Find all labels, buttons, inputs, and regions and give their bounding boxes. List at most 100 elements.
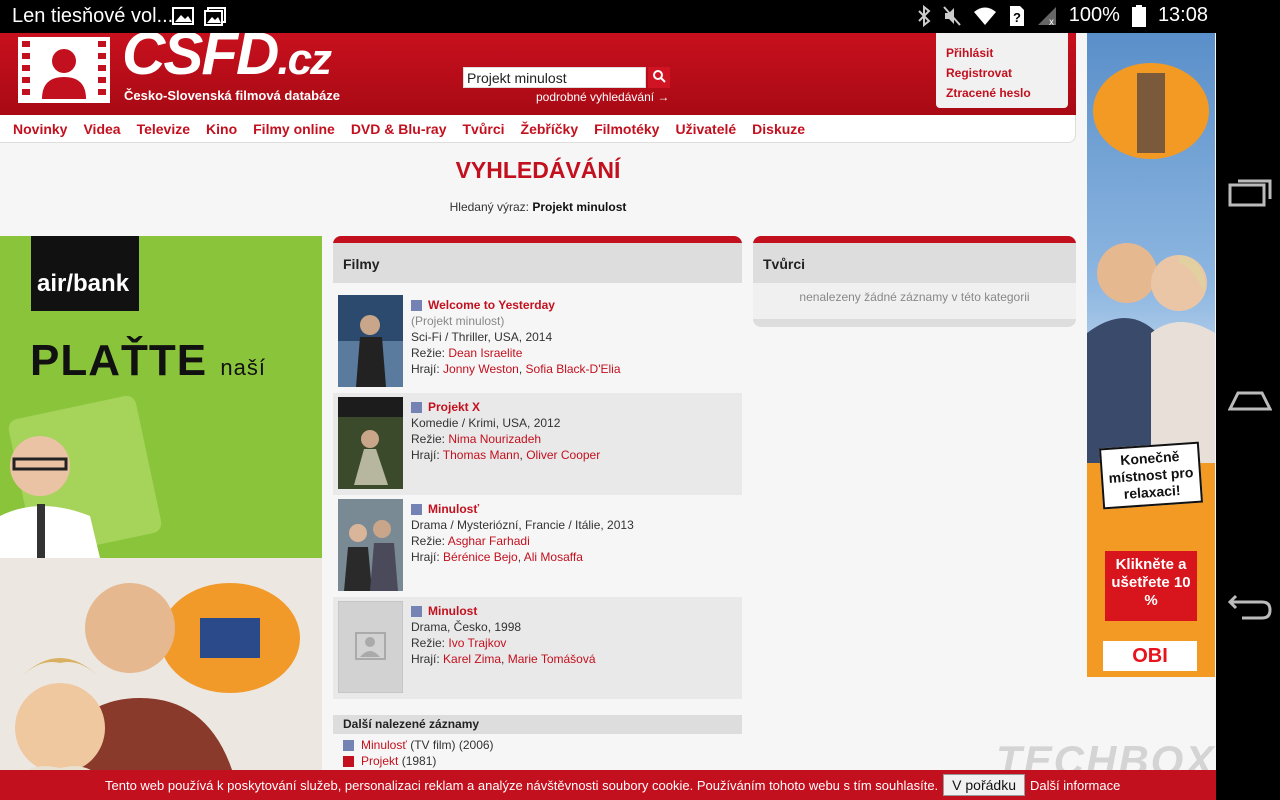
film-genre: Drama, Česko, 1998 (411, 620, 522, 634)
film-title-link[interactable]: Projekt X (428, 399, 480, 415)
left-advertisement[interactable]: air/bank PLAŤTE naší (0, 236, 322, 800)
film-genre: Sci-Fi / Thriller, USA, 2014 (411, 330, 553, 344)
actor-link[interactable]: Karel Zima (443, 652, 501, 666)
ad-person-image (0, 436, 100, 558)
director-label: Režie: (411, 636, 446, 650)
film-poster-1[interactable] (338, 295, 403, 387)
clock: 13:08 (1157, 4, 1208, 26)
signal-icon: x (1037, 6, 1056, 27)
film-title-link[interactable]: Minulost (428, 603, 477, 619)
recent-apps-icon[interactable] (1228, 173, 1272, 209)
film-genre: Komedie / Krimi, USA, 2012 (411, 416, 561, 430)
more-result-link[interactable]: Minulosť (361, 738, 407, 752)
cast-label: Hrají: (411, 448, 440, 462)
browser-viewport: ČSFD.cz Česko-Slovenská filmová databáze… (0, 33, 1216, 800)
register-link[interactable]: Registrovat (946, 63, 1058, 83)
login-link[interactable]: Přihlásit (946, 43, 1058, 63)
film-original-title: (Projekt minulost) (411, 314, 505, 328)
home-icon[interactable] (1228, 379, 1272, 415)
cast-label: Hrají: (411, 550, 440, 564)
wifi-icon (973, 7, 996, 25)
ad-tagline: Konečně místnost pro relaxaci! (1098, 441, 1204, 510)
cookie-accept-button[interactable]: V pořádku (943, 774, 1025, 796)
cast-separator: , (501, 652, 505, 666)
list-bullet (343, 739, 354, 751)
cookie-info-link[interactable]: Další informace (1030, 778, 1120, 793)
menu-item-novinky[interactable]: Novinky (13, 121, 67, 137)
cast-separator: , (518, 362, 523, 376)
actor-link[interactable]: Thomas Mann (443, 448, 520, 462)
film-cast: Hrají: Karel Zima, Marie Tomášová (411, 651, 596, 667)
films-heading: Filmy (333, 243, 742, 283)
logo-suffix: .cz (277, 35, 332, 84)
advanced-search-link[interactable]: podrobné vyhledávání → (536, 90, 669, 104)
director-link[interactable]: Ivo Trajkov (448, 636, 506, 650)
cast-separator: , (519, 448, 523, 462)
menu-item-filmoteky[interactable]: Filmotéky (594, 121, 659, 137)
ad-claim-main: PLAŤTE (30, 336, 208, 385)
site-logo[interactable]: ČSFD.cz (122, 33, 332, 88)
menu-item-kino[interactable]: Kino (206, 121, 237, 137)
film-row: Projekt X Komedie / Krimi, USA, 2012 Rež… (333, 393, 742, 495)
menu-item-videa[interactable]: Videa (83, 121, 120, 137)
films-list: Welcome to Yesterday (Projekt minulost) … (333, 291, 742, 699)
menu-item-dvd[interactable]: DVD & Blu-ray (351, 121, 447, 137)
actor-link[interactable]: Jonny Weston (443, 362, 519, 376)
search-button[interactable] (648, 67, 670, 88)
ad-family-image (0, 558, 322, 800)
gallery-icon (172, 7, 194, 25)
film-bullet (411, 299, 422, 311)
lost-password-link[interactable]: Ztracené heslo (946, 83, 1058, 103)
logo-subtitle: Česko-Slovenská filmová databáze (124, 88, 341, 103)
query-value: Projekt minulost (532, 200, 627, 214)
actor-link[interactable]: Oliver Cooper (526, 448, 600, 462)
director-link[interactable]: Nima Nourizadeh (448, 432, 541, 446)
svg-text:x: x (1049, 17, 1054, 27)
more-results-list: Minulosť (TV film) (2006) Projekt (1981) (343, 737, 494, 769)
cast-label: Hrají: (411, 652, 440, 666)
notification-text: Len tiesňové vol... (12, 5, 174, 27)
back-icon[interactable] (1228, 588, 1272, 624)
actor-link[interactable]: Bérénice Bejo (443, 550, 518, 564)
actor-link[interactable]: Sofia Black-D'Elia (526, 362, 621, 376)
menu-item-tvurci[interactable]: Tvůrci (463, 121, 505, 137)
film-title-link[interactable]: Minulosť (428, 501, 479, 517)
director-label: Režie: (411, 432, 446, 446)
right-advertisement[interactable]: Konečně místnost pro relaxaci! Klikněte … (1087, 33, 1215, 677)
film-poster-3[interactable] (338, 499, 403, 591)
actor-link[interactable]: Marie Tomášová (508, 652, 596, 666)
film-title-link[interactable]: Welcome to Yesterday (428, 297, 555, 313)
film-poster-placeholder[interactable] (338, 601, 403, 693)
airbank-logo: air/bank (31, 236, 139, 311)
menu-item-uzivatele[interactable]: Uživatelé (675, 121, 736, 137)
actor-link[interactable]: Ali Mosaffa (524, 550, 583, 564)
ad-claim-small: naší (220, 355, 266, 380)
film-poster-2[interactable] (338, 397, 403, 489)
more-result-link[interactable]: Projekt (361, 754, 398, 768)
search-input[interactable] (463, 67, 646, 88)
cast-separator: , (517, 550, 522, 564)
film-director: Režie: Dean Israelite (411, 345, 621, 361)
csfd-logo-icon[interactable] (14, 37, 114, 103)
menu-item-diskuze[interactable]: Diskuze (752, 121, 805, 137)
menu-item-zebricky[interactable]: Žebříčky (521, 121, 579, 137)
obi-logo: OBI (1103, 641, 1197, 671)
director-link[interactable]: Asghar Farhadi (448, 534, 530, 548)
cookie-bar: Tento web používá k poskytování služeb, … (0, 770, 1216, 800)
battery-percent: 100% (1068, 4, 1120, 26)
ad-right-image (1087, 63, 1215, 463)
menu-item-televize[interactable]: Televize (137, 121, 190, 137)
director-label: Režie: (411, 534, 446, 548)
menu-item-filmy-online[interactable]: Filmy online (253, 121, 335, 137)
battery-icon (1131, 4, 1146, 27)
film-bullet (411, 401, 422, 413)
login-box: Přihlásit Registrovat Ztracené heslo (936, 33, 1068, 108)
svg-text:?: ? (1013, 10, 1021, 25)
director-link[interactable]: Dean Israelite (448, 346, 522, 360)
list-item: Projekt (1981) (343, 753, 494, 769)
status-bar: Len tiesňové vol... ? x 100% 13:08 (0, 0, 1280, 33)
more-result-extra: (1981) (401, 754, 437, 768)
site-header: ČSFD.cz Česko-Slovenská filmová databáze… (0, 33, 1076, 115)
mute-icon (943, 5, 961, 26)
film-cast: Hrají: Thomas Mann, Oliver Cooper (411, 447, 600, 463)
